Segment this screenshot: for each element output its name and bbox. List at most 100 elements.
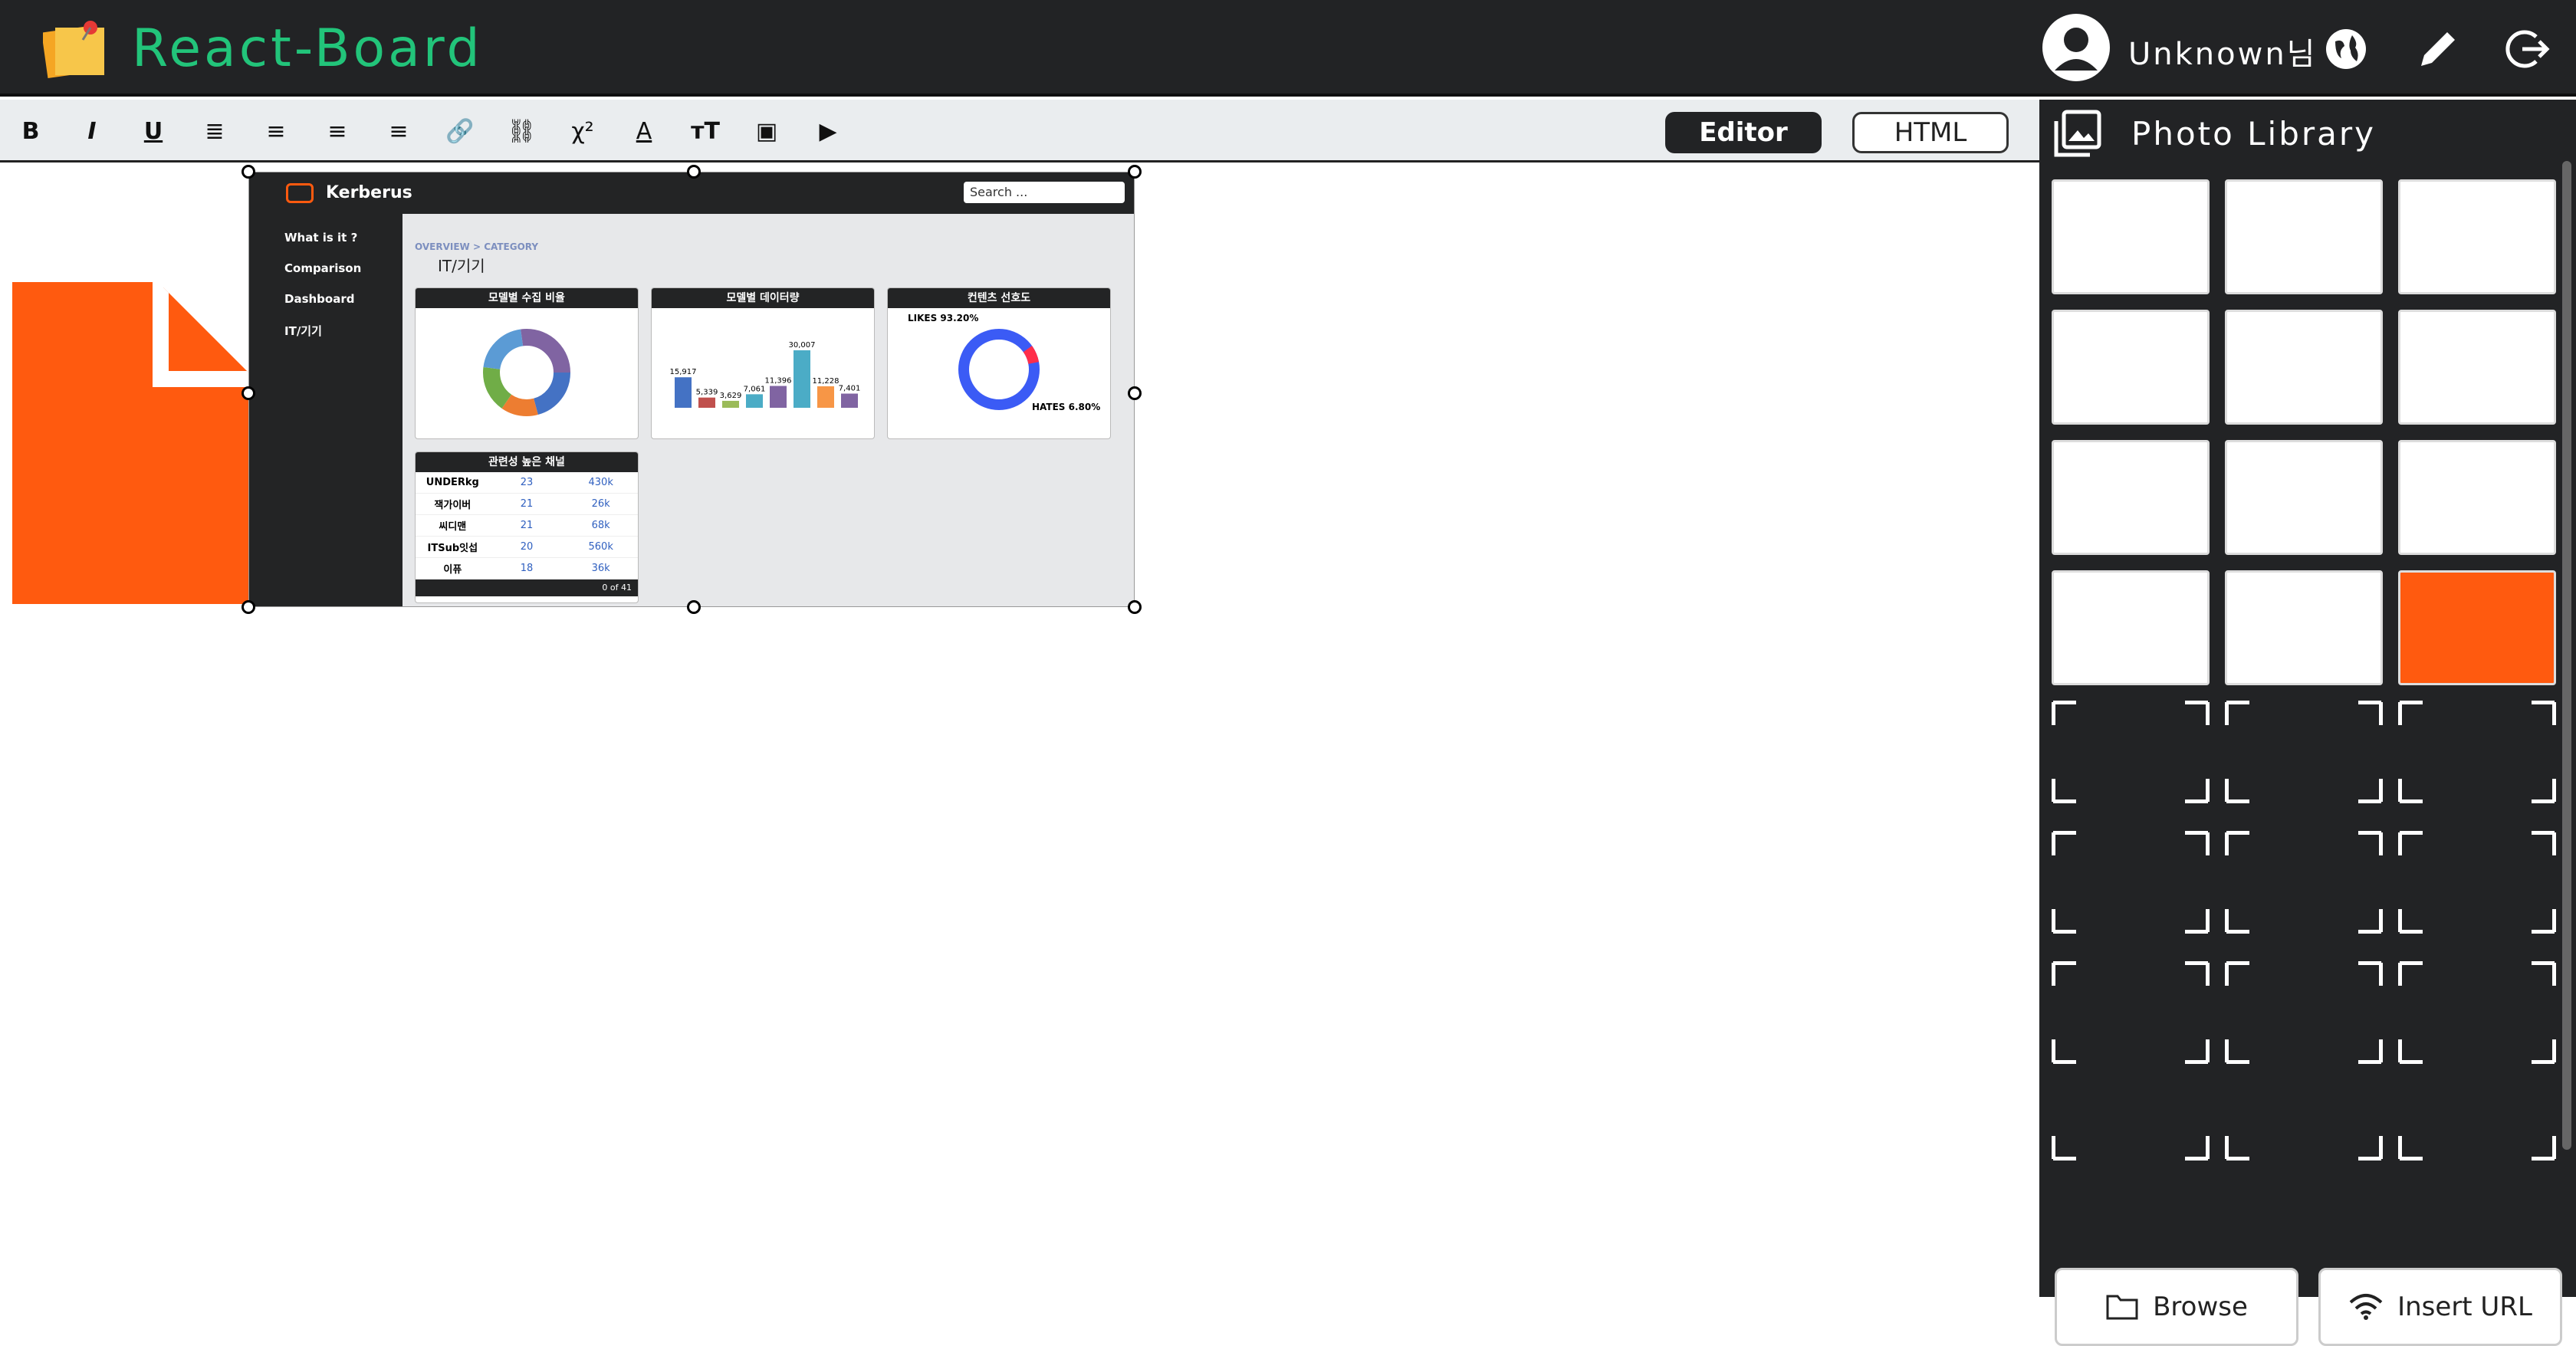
resize-handle-b[interactable] (687, 600, 701, 614)
library-thumbnail[interactable] (2052, 179, 2210, 294)
user-avatar-icon[interactable] (2042, 14, 2110, 81)
library-thumbnail[interactable] (2225, 310, 2383, 425)
embedded-search: Search ... (964, 182, 1125, 203)
bar (794, 350, 810, 408)
library-thumbnail[interactable] (2052, 440, 2210, 555)
embedded-brand: Kerberus (326, 183, 412, 202)
browse-label: Browse (2153, 1292, 2248, 1322)
bar-value-label: 11,396 (765, 377, 792, 386)
insert-video-button[interactable]: ▶ (805, 100, 851, 163)
resize-handle-bl[interactable] (242, 600, 255, 614)
bold-button[interactable]: B (8, 100, 54, 163)
bar-value-label: 3,629 (720, 392, 742, 400)
bar-chart: 15,917 5,339 3,6297,06111,396 30,007 11,2287… (670, 341, 861, 408)
align-right-button[interactable]: ≡ (376, 100, 422, 163)
resize-handle-r[interactable] (1128, 386, 1142, 400)
channel-videos: 23 (520, 477, 534, 488)
font-size-button[interactable]: тT (682, 100, 728, 163)
superscript-button[interactable]: χ² (560, 100, 606, 163)
bar-value-label: 11,228 (813, 377, 840, 386)
app-title[interactable]: React-Board (132, 18, 483, 79)
bar-value-label: 30,007 (789, 341, 816, 350)
globe-icon[interactable] (2321, 25, 2371, 74)
placeholder-frame-icon (2225, 961, 2383, 1064)
placeholder-frame-icon (2052, 1136, 2210, 1161)
channel-videos: 21 (520, 520, 534, 531)
library-thumbnail[interactable] (2398, 440, 2556, 555)
embedded-card-title: 모델별 데이터량 (652, 288, 874, 308)
channel-subs: 430k (588, 477, 613, 488)
underline-button[interactable]: U (130, 100, 176, 163)
embedded-card-title: 관련성 높은 채널 (416, 452, 638, 472)
hates-label: HATES 6.80% (1032, 402, 1101, 412)
bar (675, 377, 692, 408)
resize-handle-l[interactable] (242, 386, 255, 400)
justify-button[interactable]: ≣ (192, 100, 238, 163)
italic-button[interactable]: I (69, 100, 115, 163)
tab-editor[interactable]: Editor (1665, 112, 1822, 153)
table-row: 잭가이버 21 26k (416, 494, 638, 515)
embedded-card-title: 모델별 수집 비율 (416, 288, 638, 308)
resize-handle-tl[interactable] (242, 165, 255, 179)
bar-value-label: 15,917 (670, 368, 697, 376)
library-thumbnail[interactable] (2225, 570, 2383, 685)
resize-handle-tr[interactable] (1128, 165, 1142, 179)
document-icon[interactable] (12, 282, 258, 604)
channel-subs: 36k (591, 563, 610, 574)
embedded-page-title: IT/기기 (438, 257, 485, 275)
channel-name: 씨디맨 (439, 521, 467, 533)
library-thumbnail[interactable] (2225, 440, 2383, 555)
align-left-button[interactable]: ≡ (253, 100, 299, 163)
library-thumbnail-document[interactable] (2398, 570, 2556, 685)
photo-library-panel: Photo Library Browse Insert URL (2039, 100, 2576, 1346)
placeholder-frame-icon (2225, 701, 2383, 803)
channel-videos: 18 (520, 563, 534, 574)
logout-icon[interactable] (2502, 25, 2551, 74)
insert-image-button[interactable]: ▣ (744, 100, 790, 163)
resize-handle-t[interactable] (687, 165, 701, 179)
placeholder-frame-icon (2398, 961, 2556, 1064)
insert-url-label: Insert URL (2397, 1292, 2532, 1322)
embedded-sidebar: What is it ? Comparison Dashboard IT/기기 (249, 214, 402, 606)
text-color-button[interactable]: A (621, 100, 667, 163)
channel-name: 이퓨 (443, 564, 462, 576)
bar (722, 400, 739, 408)
embedded-side-item: Dashboard (284, 292, 355, 306)
embedded-card-bars: 모델별 데이터량 15,917 5,339 3,629 7,061 11,396 30,0… (651, 287, 875, 439)
embedded-side-item: Comparison (284, 261, 362, 275)
panel-scrollbar[interactable] (2562, 161, 2571, 1150)
library-thumbnail[interactable] (2398, 179, 2556, 294)
bar-value-label: 7,401 (839, 384, 861, 392)
embedded-breadcrumb: OVERVIEW > CATEGORY (415, 241, 539, 252)
placeholder-frame-icon (2225, 831, 2383, 934)
bar (746, 394, 763, 408)
library-thumbnail[interactable] (2052, 570, 2210, 685)
panel-title: Photo Library (2131, 115, 2377, 153)
placeholder-frame-icon (2398, 831, 2556, 934)
user-name: Unknown님 (2128, 37, 2318, 72)
bar (817, 386, 834, 408)
pencil-icon[interactable] (2413, 25, 2463, 74)
app-header: React-Board Unknown님 (0, 0, 2576, 97)
embedded-topbar: Kerberus Search ... (249, 172, 1134, 214)
likes-donut (958, 329, 1040, 410)
bar (698, 397, 715, 408)
resize-handle-br[interactable] (1128, 600, 1142, 614)
browse-button[interactable]: Browse (2055, 1268, 2298, 1346)
embedded-screenshot-image[interactable]: Kerberus Search ... What is it ? Compari… (248, 172, 1135, 607)
embedded-card-pref: 컨텐츠 선호도 LIKES 93.20% HATES 6.80% (887, 287, 1111, 439)
channel-videos: 20 (520, 541, 534, 553)
unlink-button[interactable]: ⛓ (498, 100, 544, 163)
embedded-card-donut: 모델별 수집 비율 (415, 287, 639, 439)
tab-html[interactable]: HTML (1852, 112, 2009, 153)
align-center-button[interactable]: ≡ (314, 100, 360, 163)
embedded-card-title: 컨텐츠 선호도 (888, 288, 1110, 308)
table-row: ITSub잇섭 20 560k (416, 537, 638, 558)
library-thumbnail[interactable] (2225, 179, 2383, 294)
insert-url-button[interactable]: Insert URL (2318, 1268, 2562, 1346)
library-thumbnail[interactable] (2398, 310, 2556, 425)
link-button[interactable]: 🔗 (437, 100, 483, 163)
donut-chart (483, 329, 570, 416)
library-thumbnail[interactable] (2052, 310, 2210, 425)
embedded-card-channels: 관련성 높은 채널 UNDERkg 23 430k 잭가이버 21 26k 씨디맨 21 6… (415, 451, 639, 603)
